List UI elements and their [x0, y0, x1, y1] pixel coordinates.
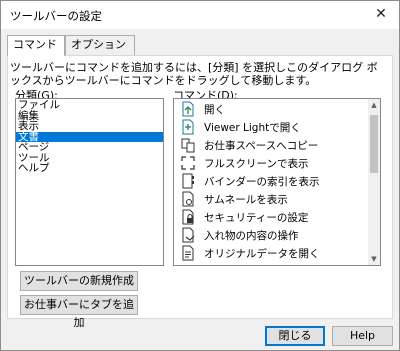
title-bar: ツールバーの設定 ✕ [1, 1, 399, 29]
new-toolbar-button[interactable]: ツールバーの新規作成 [20, 271, 138, 291]
binder-index-icon [182, 173, 194, 189]
close-button[interactable]: 閉じる [265, 326, 325, 346]
help-button[interactable]: Help [332, 326, 393, 346]
category-item-file[interactable]: ファイル [16, 100, 163, 111]
command-item-security[interactable]: セキュリティーの設定 [178, 208, 368, 226]
toolbar-settings-dialog: ツールバーの設定 ✕ コマンド オプション ツールバーにコマンドを追加するには、… [0, 0, 400, 351]
command-label: 入れ物の内容の操作 [204, 229, 299, 242]
command-item-open-original[interactable]: オリジナルデータを開く [178, 244, 368, 262]
command-label: フルスクリーンで表示 [204, 157, 309, 170]
copy-to-workspace-icon [181, 138, 195, 153]
categories-listbox[interactable]: ファイル 編集 表示 文書 ページ ツール ヘルプ [15, 98, 164, 266]
scrollbar-thumb[interactable] [370, 115, 378, 173]
commands-scrollbar[interactable]: ▲ ▼ [368, 99, 380, 265]
command-item-container-contents[interactable]: 入れ物の内容の操作 [178, 226, 368, 244]
thumbnail-icon [182, 191, 194, 207]
command-item-fullscreen[interactable]: フルスクリーンで表示 [178, 154, 368, 172]
command-label: オリジナルデータを開く [204, 247, 320, 260]
command-label: バインダーの索引を表示 [204, 175, 320, 188]
scroll-up-icon[interactable]: ▲ [368, 99, 380, 111]
command-item-binder-index[interactable]: バインダーの索引を表示 [178, 172, 368, 190]
category-item-page[interactable]: ページ [16, 142, 163, 153]
category-item-help[interactable]: ヘルプ [16, 163, 163, 174]
security-lock-icon [182, 209, 194, 225]
fullscreen-icon [181, 156, 195, 170]
command-label: お仕事スペースへコピー [204, 139, 319, 152]
container-contents-icon [182, 227, 195, 243]
close-icon[interactable]: ✕ [369, 3, 393, 25]
original-data-icon [182, 245, 194, 261]
add-tab-button[interactable]: お仕事バーにタブを追加 [20, 295, 138, 329]
command-label: セキュリティーの設定 [204, 211, 309, 224]
open-in-viewer-icon [182, 119, 194, 135]
command-label: Viewer Lightで開く [204, 121, 301, 134]
tab-commands[interactable]: コマンド [7, 35, 65, 56]
tab-options[interactable]: オプション [65, 35, 135, 55]
instruction-text: ツールバーにコマンドを追加するには、[分類] を選択しこのダイアログ ボックスか… [10, 61, 378, 87]
command-item-thumbnail[interactable]: サムネールを表示 [178, 190, 368, 208]
dialog-title: ツールバーの設定 [10, 9, 102, 23]
open-document-icon [182, 101, 194, 117]
command-label: サムネールを表示 [204, 193, 288, 206]
command-label: 開く [204, 103, 225, 116]
scroll-down-icon[interactable]: ▼ [368, 253, 380, 265]
command-item-copy-workspace[interactable]: お仕事スペースへコピー [178, 136, 368, 154]
command-item-open[interactable]: 開く [178, 100, 368, 118]
command-item-open-viewer-light[interactable]: Viewer Lightで開く [178, 118, 368, 136]
commands-listbox[interactable]: 開く Viewer Lightで開く お仕事スペースへコピー フルスクリーンで表… [173, 98, 381, 266]
category-item-view[interactable]: 表示 [16, 121, 163, 132]
